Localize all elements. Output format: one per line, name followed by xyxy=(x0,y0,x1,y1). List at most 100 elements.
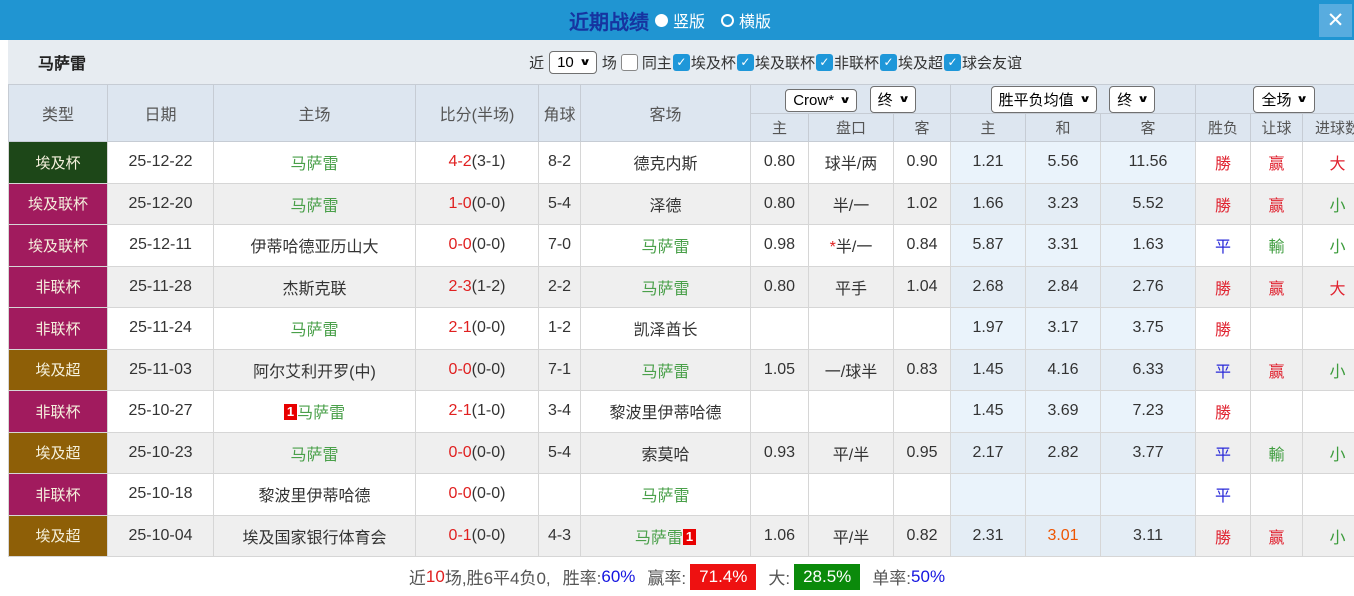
home-team-cell: 马萨雷 xyxy=(213,307,416,350)
away-team-cell: 凯泽酋长 xyxy=(580,307,751,350)
horizontal-layout-radio-icon[interactable] xyxy=(721,13,734,27)
halftime-score: (0-0) xyxy=(471,485,506,503)
score-cell: 0-1(0-0) xyxy=(415,514,539,557)
corners-cell: 3-4 xyxy=(538,390,581,433)
vertical-layout-radio-icon[interactable] xyxy=(654,13,668,27)
table-row: 埃及超 25-11-03 阿尔艾利开罗(中) 0-0(0-0) 7-1 马萨雷 … xyxy=(8,348,1354,391)
result-handicap-cell: 赢 xyxy=(1250,514,1304,557)
check-icon: ✓ xyxy=(676,55,687,69)
chevron-down-icon: ∨ xyxy=(897,93,910,105)
fulltime-score: 4-2 xyxy=(448,153,472,171)
handicap-cell xyxy=(808,473,894,516)
halftime-score: (0-0) xyxy=(471,236,506,254)
result-handicap-cell: 赢 xyxy=(1250,348,1304,391)
same-home-label[interactable]: 同主 xyxy=(642,52,672,73)
horizontal-layout-label[interactable]: 横版 xyxy=(739,8,771,32)
halftime-score: (0-0) xyxy=(471,526,506,544)
avg-away-cell: 5.52 xyxy=(1100,182,1197,225)
scope-group-header: 全场 ∨ xyxy=(1195,84,1354,114)
competition-label[interactable]: 埃及超 xyxy=(898,52,943,73)
avg-away-cell: 11.56 xyxy=(1100,141,1197,184)
competition-checkbox[interactable]: ✓ xyxy=(815,53,833,71)
match-type-cell: 埃及联杯 xyxy=(8,182,108,225)
away-team-cell: 马萨雷 xyxy=(580,473,751,516)
vertical-layout-label[interactable]: 竖版 xyxy=(673,8,705,32)
avg-away-cell: 3.77 xyxy=(1100,431,1197,474)
away-team-cell: 马萨雷 xyxy=(580,265,751,308)
result-wdl-cell: 勝 xyxy=(1195,390,1252,433)
close-button[interactable]: ✕ xyxy=(1319,4,1352,37)
handicap-cell: *半/一 xyxy=(808,224,894,267)
scope-dropdown[interactable]: 全场 ∨ xyxy=(1253,85,1315,113)
avg-time-dropdown[interactable]: 终 ∨ xyxy=(1109,85,1156,113)
competition-checkbox[interactable]: ✓ xyxy=(672,53,690,71)
result-goals-cell xyxy=(1302,473,1354,516)
competition-label[interactable]: 非联杯 xyxy=(834,52,879,73)
away-team-cell: 黎波里伊蒂哈德 xyxy=(580,390,751,433)
filter-controls: 近 10 ∨ 场 同主 ✓ 埃及杯 ✓ 埃及联杯 ✓ 非联杯 ✓ 埃及超 ✓ 球… xyxy=(529,50,1354,74)
odds-win-label: 赢率: xyxy=(647,569,687,588)
competition-checkbox[interactable]: ✓ xyxy=(879,53,897,71)
handicap-cell: 平手 xyxy=(808,265,894,308)
avg-home-cell: 1.45 xyxy=(950,348,1027,391)
corners-cell: 1-2 xyxy=(538,307,581,350)
halftime-score: (0-0) xyxy=(471,360,506,378)
competition-filter: ✓ 埃及杯 xyxy=(672,52,736,73)
avg-time-value: 终 xyxy=(1117,91,1133,109)
table-row: 埃及杯 25-12-22 马萨雷 4-2(3-1) 8-2 德克内斯 0.80 … xyxy=(8,141,1354,184)
away-team-name: 马萨雷 xyxy=(634,529,683,547)
avg-type-dropdown[interactable]: 胜平负均值 ∨ xyxy=(990,85,1097,113)
competition-filters: ✓ 埃及杯 ✓ 埃及联杯 ✓ 非联杯 ✓ 埃及超 ✓ 球会友谊 xyxy=(672,52,1022,73)
handicap-cell: 平/半 xyxy=(808,514,894,557)
competition-checkbox[interactable]: ✓ xyxy=(736,53,754,71)
chevron-down-icon: ∨ xyxy=(839,94,852,106)
avg-draw-cell: 2.82 xyxy=(1025,431,1102,474)
handicap-text: 平/半 xyxy=(832,529,870,547)
competition-label[interactable]: 埃及联杯 xyxy=(755,52,815,73)
fulltime-score: 0-0 xyxy=(448,236,472,254)
match-count-select[interactable]: 10 ∨ xyxy=(549,50,597,74)
result-goals-cell: 小 xyxy=(1302,431,1354,474)
fulltime-score: 0-0 xyxy=(448,443,472,461)
same-home-checkbox[interactable] xyxy=(620,53,638,71)
home-team-name: 伊蒂哈德亚历山大 xyxy=(250,239,379,257)
odds-time-dropdown[interactable]: 终 ∨ xyxy=(869,85,916,113)
match-type-cell: 非联杯 xyxy=(8,390,108,433)
away-team-name: 马萨雷 xyxy=(641,239,690,257)
score-cell: 0-0(0-0) xyxy=(415,348,539,391)
halftime-score: (0-0) xyxy=(471,319,506,337)
competition-checkbox[interactable]: ✓ xyxy=(943,53,961,71)
date-cell: 25-12-20 xyxy=(107,182,214,225)
sub-header-goals: 进球数 xyxy=(1302,113,1354,142)
date-cell: 25-12-22 xyxy=(107,141,214,184)
match-type-cell: 埃及联杯 xyxy=(8,224,108,267)
chevron-down-icon: ∨ xyxy=(1137,93,1150,105)
sub-header-wdl: 胜负 xyxy=(1195,113,1252,142)
result-handicap-cell xyxy=(1250,473,1304,516)
away-team-name: 索莫哈 xyxy=(641,446,690,464)
competition-filter: ✓ 埃及联杯 xyxy=(736,52,815,73)
single-rate-label: 单率: xyxy=(872,569,912,588)
competition-label[interactable]: 埃及杯 xyxy=(691,52,736,73)
corners-cell: 5-4 xyxy=(538,431,581,474)
check-icon: ✓ xyxy=(883,55,894,69)
table-row: 非联杯 25-11-28 杰斯克联 2-3(1-2) 2-2 马萨雷 0.80 … xyxy=(8,265,1354,308)
odds-time-value: 终 xyxy=(877,91,893,109)
score-cell: 0-0(0-0) xyxy=(415,224,539,267)
close-icon: ✕ xyxy=(1326,9,1345,32)
table-row: 非联杯 25-10-18 黎波里伊蒂哈德 0-0(0-0) 马萨雷 平 xyxy=(8,473,1354,516)
competition-filter: ✓ 埃及超 xyxy=(879,52,943,73)
odds-company-dropdown[interactable]: Crow* ∨ xyxy=(785,88,858,112)
competition-filter: ✓ 球会友谊 xyxy=(943,52,1022,73)
crow-away-cell: 0.84 xyxy=(892,224,952,267)
home-team-cell: 埃及国家银行体育会 xyxy=(213,514,416,557)
odds-win-value: 71.4% xyxy=(690,563,757,590)
result-goals-cell: 大 xyxy=(1302,265,1354,308)
competition-label[interactable]: 球会友谊 xyxy=(962,52,1022,73)
single-rate-value: 50% xyxy=(911,566,946,586)
sub-header-avg-away: 客 xyxy=(1100,113,1197,142)
fulltime-score: 2-3 xyxy=(448,277,472,295)
fulltime-score: 0-1 xyxy=(448,526,472,544)
handicap-cell: 球半/两 xyxy=(808,141,894,184)
avg-home-cell: 2.31 xyxy=(950,514,1027,557)
